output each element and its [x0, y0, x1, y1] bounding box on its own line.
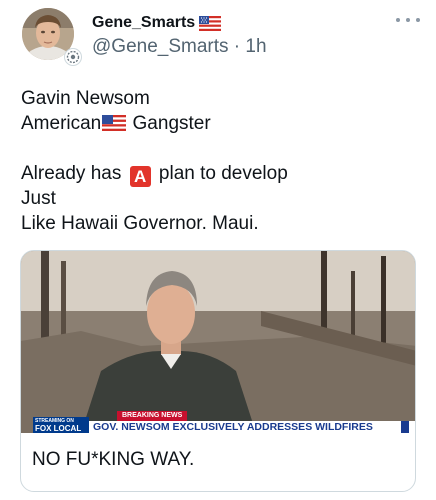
more-options-icon[interactable]: [396, 12, 420, 28]
chyron-headline: GOV. NEWSOM EXCLUSIVELY ADDRESSES WILDFI…: [93, 422, 373, 433]
tweet-text: Gavin Newsom American Gangster Already h…: [21, 86, 421, 236]
handle[interactable]: @Gene_Smarts: [92, 36, 229, 58]
tweet-line: Just: [21, 188, 56, 209]
network-logo: STREAMING ON FOX LOCAL: [33, 417, 89, 433]
avatar-container[interactable]: [22, 8, 82, 66]
display-name[interactable]: Gene_Smarts: [92, 14, 195, 32]
tweet-line: Already has A plan to develop: [21, 161, 421, 187]
chyron-edge: [401, 421, 409, 433]
network-name: FOX LOCAL: [35, 424, 82, 433]
author-name-row[interactable]: Gene_Smarts: [92, 12, 222, 34]
tweet-text-segment: plan to develop: [153, 163, 288, 184]
card-caption[interactable]: NO FU*KING WAY.: [32, 449, 194, 471]
timestamp[interactable]: 1h: [245, 36, 266, 58]
tweet-line: Gavin Newsom: [21, 88, 150, 109]
tweet-text-segment: Gangster: [127, 113, 211, 134]
tweet-text-segment: Already has: [21, 163, 127, 184]
separator: ·: [228, 36, 246, 57]
breaking-news-label: BREAKING NEWS: [117, 411, 188, 421]
media-card[interactable]: BREAKING NEWS STREAMING ON FOX LOCAL GOV…: [20, 250, 416, 492]
tweet-line: Like Hawaii Governor. Maui.: [21, 213, 259, 234]
tweet-line: American Gangster: [21, 111, 421, 136]
gear-icon: [64, 48, 82, 66]
video-thumbnail[interactable]: BREAKING NEWS STREAMING ON FOX LOCAL GOV…: [21, 251, 415, 433]
author-handle-row: @Gene_Smarts · 1h: [92, 34, 267, 60]
a-button-icon: A: [129, 166, 151, 187]
tweet-text-segment: American: [21, 113, 102, 134]
us-flag-icon: [199, 15, 222, 31]
us-flag-icon: [102, 115, 127, 131]
